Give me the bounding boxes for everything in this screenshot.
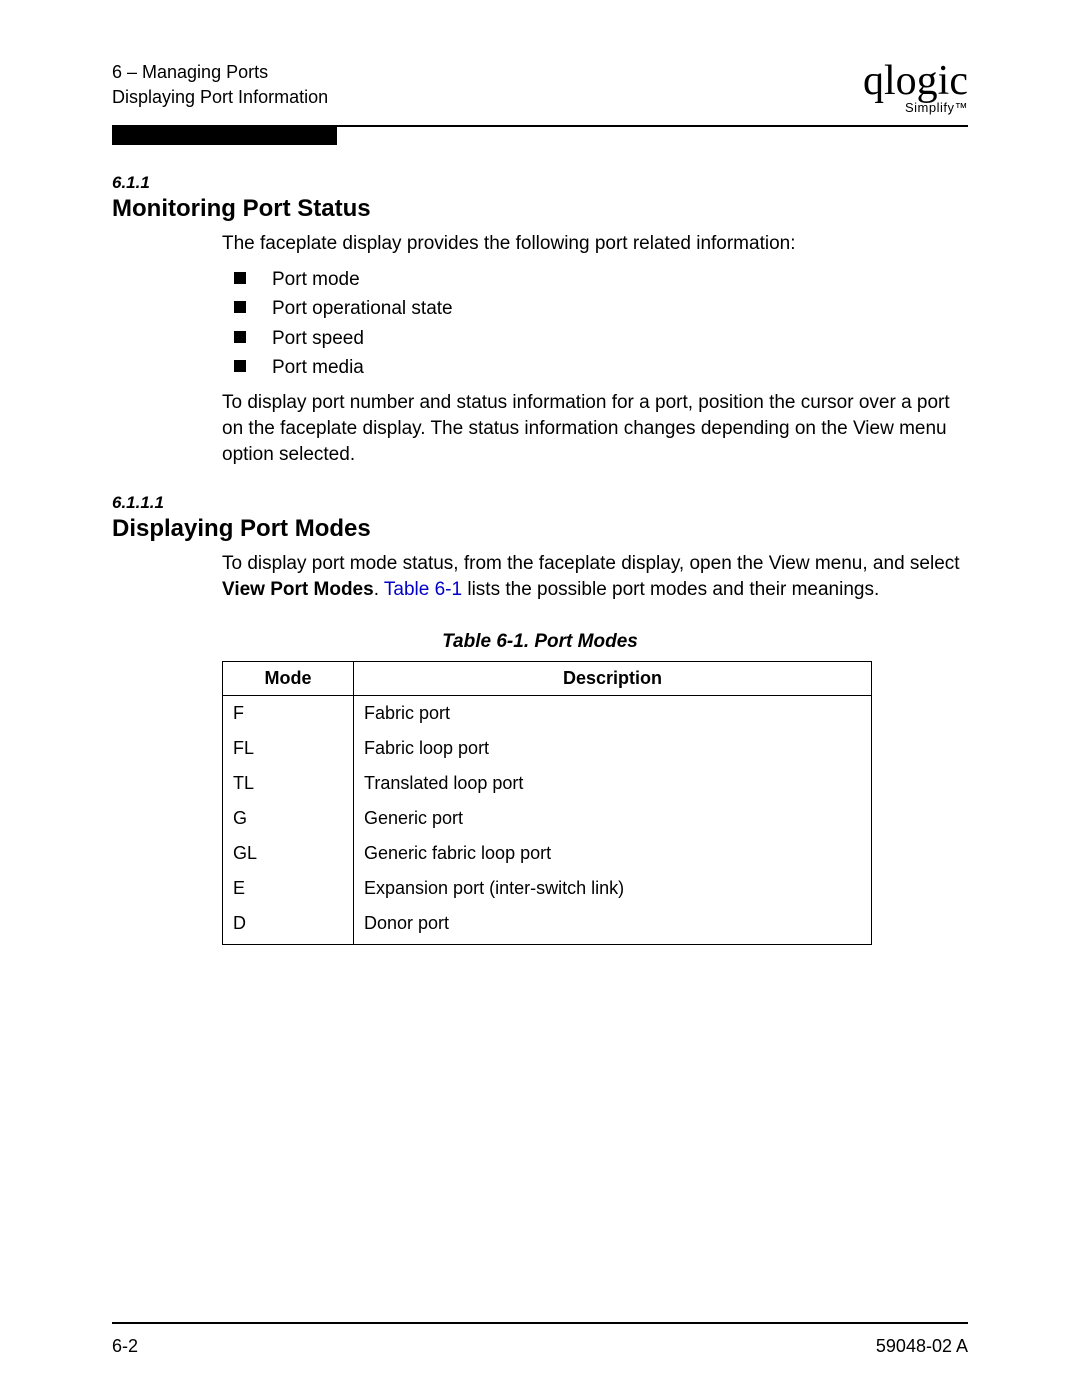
list-item: Port mode: [222, 265, 968, 294]
outro-paragraph: To display port number and status inform…: [222, 390, 968, 467]
page-header: 6 – Managing Ports Displaying Port Infor…: [112, 60, 968, 115]
bold-phrase: View Port Modes: [222, 579, 374, 600]
table-header-mode: Mode: [223, 661, 354, 695]
table-row: F Fabric port: [223, 695, 872, 731]
section-title: Displaying Port Modes: [112, 515, 968, 543]
intro-paragraph: The faceplate display provides the follo…: [222, 231, 968, 257]
bullet-list: Port mode Port operational state Port sp…: [222, 265, 968, 383]
table-row: E Expansion port (inter-switch link): [223, 871, 872, 906]
table-row: D Donor port: [223, 906, 872, 945]
section-number: 6.1.1.1: [112, 493, 968, 513]
list-item: Port media: [222, 353, 968, 382]
table-caption: Table 6-1. Port Modes: [112, 631, 968, 653]
chapter-line: 6 – Managing Ports: [112, 60, 328, 85]
logo-name: qlogic: [863, 60, 968, 102]
table-row: GL Generic fabric loop port: [223, 836, 872, 871]
port-modes-table: Mode Description F Fabric port FL Fabric…: [222, 661, 872, 945]
table-row: TL Translated loop port: [223, 766, 872, 801]
subtitle-line: Displaying Port Information: [112, 85, 328, 110]
brand-logo: qlogic Simplify™: [863, 60, 968, 115]
list-item: Port operational state: [222, 294, 968, 323]
table-header-description: Description: [354, 661, 872, 695]
document-id: 59048-02 A: [876, 1336, 968, 1357]
page-number: 6-2: [112, 1336, 138, 1357]
list-item: Port speed: [222, 324, 968, 353]
page-footer: 6-2 59048-02 A: [112, 1322, 968, 1357]
table-row: G Generic port: [223, 801, 872, 836]
section2-paragraph: To display port mode status, from the fa…: [222, 551, 968, 602]
header-tab-bar: [112, 127, 337, 145]
section-title: Monitoring Port Status: [112, 195, 968, 223]
table-reference-link[interactable]: Table 6-1: [384, 579, 462, 600]
section-number: 6.1.1: [112, 173, 968, 193]
table-row: FL Fabric loop port: [223, 731, 872, 766]
